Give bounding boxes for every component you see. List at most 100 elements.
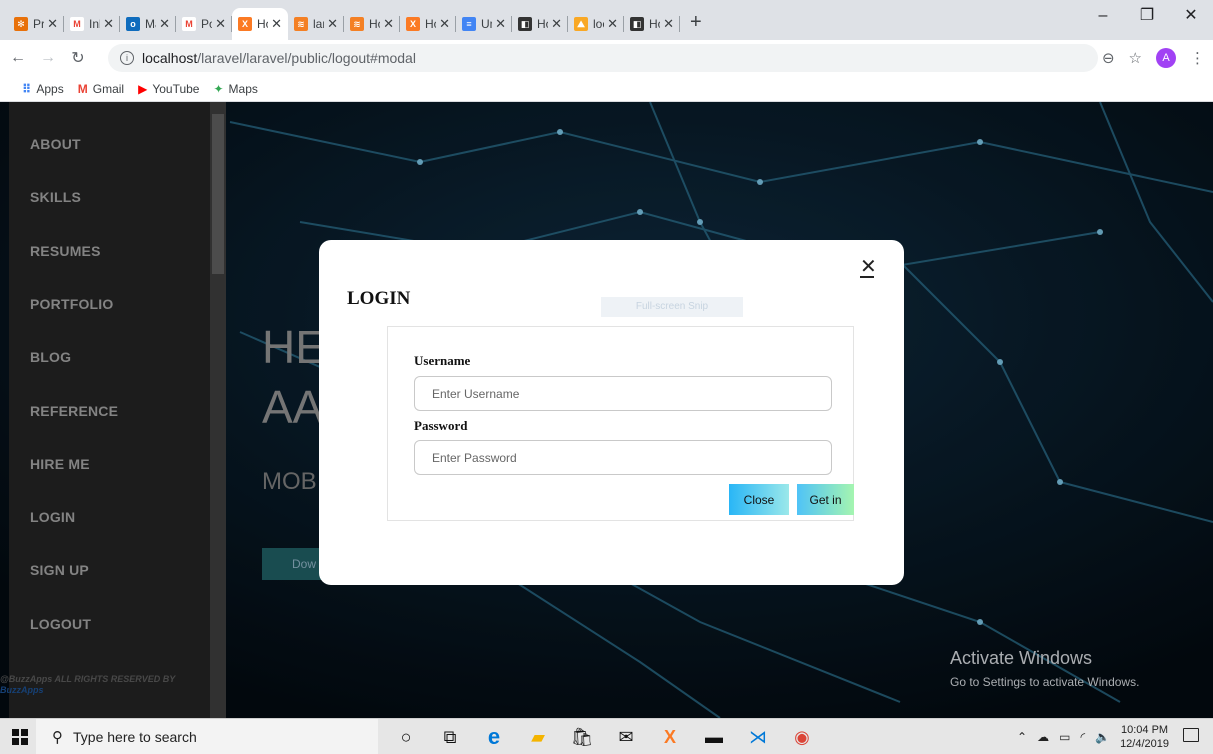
- zoom-icon[interactable]: ⊖: [1102, 49, 1115, 67]
- menu-kebab-icon[interactable]: ⋮: [1190, 49, 1205, 67]
- browser-tab[interactable]: M Inbo✕: [64, 8, 120, 40]
- tab-title: How: [649, 17, 660, 31]
- tray-chevron-icon[interactable]: ⌃: [1017, 730, 1027, 744]
- modal-close-icon[interactable]: ✕: [860, 257, 877, 278]
- gmail-icon: M: [77, 81, 88, 96]
- snip-overlay-label: Full-screen Snip: [601, 297, 743, 317]
- tab-close-icon[interactable]: ✕: [47, 16, 58, 32]
- profile-avatar[interactable]: A: [1156, 48, 1176, 68]
- close-window-icon[interactable]: ✕: [1169, 0, 1213, 32]
- minimize-icon[interactable]: –: [1081, 0, 1125, 32]
- tab-favicon-icon: ◧: [518, 17, 532, 31]
- tab-close-icon[interactable]: ✕: [215, 16, 226, 32]
- tab-favicon-icon: M: [182, 17, 196, 31]
- tab-title: Proje: [33, 17, 45, 31]
- tab-title: Unti: [481, 17, 492, 31]
- taskbar-clock[interactable]: 10:04 PM 12/4/2019: [1120, 723, 1169, 751]
- task-view-icon[interactable]: ⧉: [428, 719, 472, 754]
- tab-title: Mail: [145, 17, 156, 31]
- tab-title: loca: [593, 17, 604, 31]
- tab-close-icon[interactable]: ✕: [495, 16, 506, 32]
- tab-favicon-icon: ≡: [462, 17, 476, 31]
- taskbar-search[interactable]: ⚲ Type here to search: [36, 719, 378, 754]
- browser-tab[interactable]: ≡ Unti✕: [456, 8, 512, 40]
- mail-icon[interactable]: ✉: [604, 719, 648, 754]
- terminal-icon[interactable]: ▬: [692, 719, 736, 754]
- login-modal: LOGIN ✕ Full-screen Snip Username Passwo…: [319, 240, 904, 585]
- tab-close-icon[interactable]: ✕: [103, 16, 114, 32]
- browser-tab[interactable]: ◧ How✕: [512, 8, 568, 40]
- tab-title: Hon: [257, 17, 268, 31]
- username-label: Username: [414, 353, 471, 368]
- browser-tab[interactable]: ◧ How✕: [624, 8, 680, 40]
- tab-favicon-icon: X: [238, 17, 252, 31]
- username-input[interactable]: [414, 376, 832, 411]
- new-tab-button[interactable]: +: [690, 11, 702, 34]
- onedrive-icon[interactable]: ☁: [1037, 730, 1049, 744]
- bookmark-item[interactable]: ▶ YouTube: [138, 82, 199, 96]
- vscode-icon[interactable]: ⋊: [736, 719, 780, 754]
- volume-icon[interactable]: 🔈: [1095, 730, 1110, 744]
- chrome-icon[interactable]: ◉: [780, 719, 824, 754]
- clock-date: 12/4/2019: [1120, 738, 1169, 750]
- tab-close-icon[interactable]: ✕: [271, 16, 282, 32]
- login-form: Username Password Close Get in: [387, 326, 854, 521]
- tab-close-icon[interactable]: ✕: [607, 16, 618, 32]
- taskbar-search-placeholder: Type here to search: [73, 729, 197, 745]
- bookmark-label: Gmail: [92, 81, 125, 96]
- forward-arrow-icon[interactable]: →: [36, 49, 60, 67]
- wifi-icon[interactable]: ◜: [1080, 730, 1085, 744]
- browser-tab-strip: ✻Proje✕MInbo✕oMail✕MPortf✕XHon✕≋larav✕≋H…: [0, 0, 1213, 40]
- bookmark-label: Maps: [228, 81, 258, 96]
- modal-title: LOGIN: [347, 288, 411, 309]
- browser-tab[interactable]: M Portf✕: [176, 8, 232, 40]
- back-arrow-icon[interactable]: ←: [6, 49, 30, 67]
- bookmark-star-icon[interactable]: ☆: [1129, 49, 1142, 67]
- browser-tab[interactable]: X Hon✕: [400, 8, 456, 40]
- close-button[interactable]: Close: [729, 484, 789, 515]
- apps-grid-icon: ⠿: [22, 81, 32, 96]
- browser-tab[interactable]: ≋ How✕: [344, 8, 400, 40]
- edge-icon[interactable]: e: [472, 719, 516, 754]
- address-bar[interactable]: i localhost /laravel/laravel/public/logo…: [108, 44, 1098, 72]
- url-path: /laravel/laravel/public/logout#modal: [197, 50, 416, 66]
- tab-title: Hon: [425, 17, 436, 31]
- windows-taskbar: ⚲ Type here to search ○ ⧉ e ▰ 🛍 ✉ X ▬ ⋊ …: [0, 718, 1213, 754]
- tab-favicon-icon: o: [126, 17, 140, 31]
- xampp-icon[interactable]: X: [648, 719, 692, 754]
- tab-favicon-icon: ◧: [630, 17, 644, 31]
- tab-close-icon[interactable]: ✕: [551, 16, 562, 32]
- battery-icon[interactable]: ▭: [1059, 730, 1070, 744]
- site-info-icon[interactable]: i: [120, 51, 134, 65]
- restore-icon[interactable]: ❐: [1125, 0, 1169, 32]
- reload-icon[interactable]: ↻: [66, 48, 90, 68]
- tab-title: How: [369, 17, 380, 31]
- tab-close-icon[interactable]: ✕: [383, 16, 394, 32]
- get-in-button[interactable]: Get in: [797, 484, 854, 515]
- password-input[interactable]: [414, 440, 832, 475]
- tab-close-icon[interactable]: ✕: [439, 16, 450, 32]
- tab-close-icon[interactable]: ✕: [159, 16, 170, 32]
- browser-tab[interactable]: ≋ larav✕: [288, 8, 344, 40]
- tab-favicon-icon: ✻: [14, 17, 28, 31]
- toolbar-actions: ⊖ ☆ A ⋮: [1102, 48, 1205, 68]
- browser-tab[interactable]: X Hon✕: [232, 8, 288, 40]
- clock-time: 10:04 PM: [1120, 724, 1169, 736]
- action-center-icon[interactable]: [1183, 728, 1199, 742]
- bookmark-item[interactable]: ✦ Maps: [213, 82, 257, 96]
- browser-tab[interactable]: ⛰ loca✕: [568, 8, 624, 40]
- bookmark-item[interactable]: M Gmail: [78, 82, 124, 96]
- tab-close-icon[interactable]: ✕: [663, 16, 674, 32]
- maps-icon: ✦: [213, 81, 224, 96]
- tab-close-icon[interactable]: ✕: [327, 16, 338, 32]
- tab-title: Portf: [201, 17, 212, 31]
- password-label: Password: [414, 418, 468, 433]
- store-icon[interactable]: 🛍: [560, 719, 604, 754]
- browser-tab[interactable]: o Mail✕: [120, 8, 176, 40]
- browser-tab[interactable]: ✻ Proje✕: [8, 8, 64, 40]
- window-controls: – ❐ ✕: [1081, 0, 1213, 32]
- bookmark-item[interactable]: ⠿ Apps: [22, 82, 64, 96]
- file-explorer-icon[interactable]: ▰: [516, 719, 560, 754]
- cortana-icon[interactable]: ○: [384, 719, 428, 754]
- windows-start-icon[interactable]: [12, 729, 28, 745]
